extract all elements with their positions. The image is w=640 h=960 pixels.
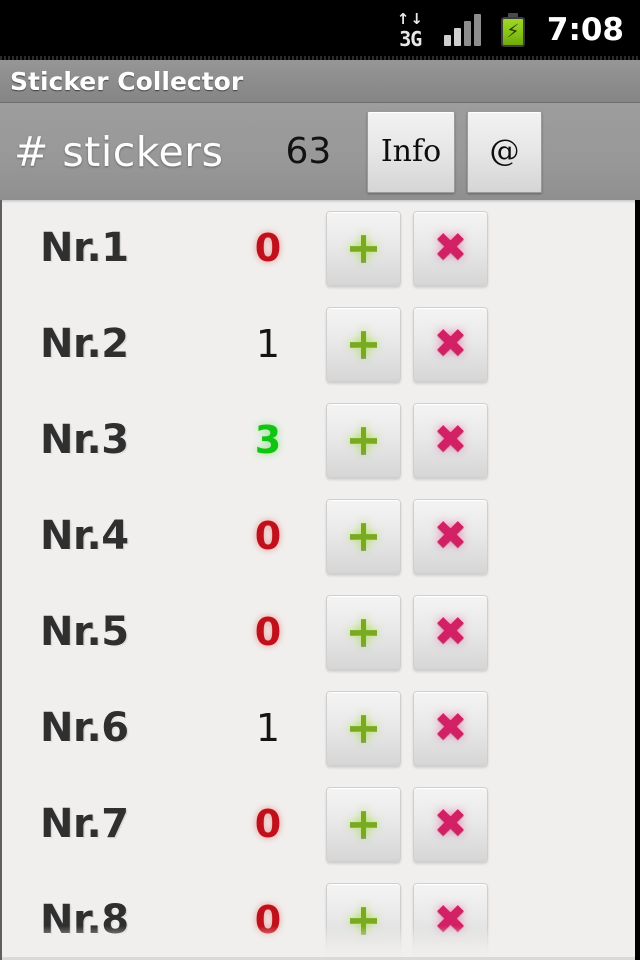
- add-sticker-button[interactable]: +: [326, 498, 401, 574]
- row-actions: + ✖: [326, 882, 488, 958]
- header-button-group: Info @: [367, 110, 640, 193]
- network-status: ↑↓ 3G: [396, 9, 424, 51]
- battery-icon: ⚡: [500, 13, 525, 47]
- sticker-count: 1: [255, 322, 281, 366]
- cross-icon: ✖: [433, 801, 468, 847]
- sticker-list-inner: Nr.1 0 + ✖ Nr.2 1 + ✖ Nr.3 3 + ✖ Nr.4 0 + ✖ Nr.5 0 + ✖ Nr.6 1…: [2, 200, 635, 960]
- stickers-header-label: # stickers: [14, 127, 224, 176]
- battery-body: ⚡: [500, 17, 525, 47]
- 3g-icon: ↑↓ 3G: [396, 9, 424, 51]
- table-row[interactable]: Nr.6 1 + ✖: [2, 680, 635, 776]
- row-actions: + ✖: [326, 594, 488, 670]
- sticker-label: Nr.8: [40, 897, 129, 943]
- total-stickers-count: 63: [285, 131, 332, 172]
- cross-icon: ✖: [433, 705, 468, 751]
- data-transfer-arrows-icon: ↑↓: [396, 9, 424, 28]
- signal-strength-icon: [443, 14, 481, 46]
- table-row[interactable]: Nr.1 0 + ✖: [2, 200, 635, 296]
- plus-icon: +: [345, 798, 382, 849]
- cross-icon: ✖: [433, 609, 468, 655]
- remove-sticker-button[interactable]: ✖: [413, 594, 488, 670]
- plus-icon: +: [345, 894, 382, 945]
- app-title: Sticker Collector: [10, 66, 244, 96]
- sticker-count: 3: [254, 418, 282, 462]
- remove-sticker-button[interactable]: ✖: [413, 498, 488, 574]
- row-actions: + ✖: [326, 306, 488, 382]
- plus-icon: +: [345, 318, 382, 369]
- battery-charging-icon: ⚡: [500, 13, 525, 47]
- sticker-label: Nr.6: [40, 705, 129, 751]
- add-sticker-button[interactable]: +: [326, 210, 401, 286]
- sticker-count: 0: [254, 226, 282, 270]
- signal-bar-3: [463, 21, 471, 46]
- email-button[interactable]: @: [467, 110, 542, 193]
- title-bar: Sticker Collector: [0, 60, 640, 103]
- remove-sticker-button[interactable]: ✖: [413, 786, 488, 862]
- sticker-count: 1: [255, 706, 281, 750]
- signal-bar-2: [453, 28, 461, 46]
- remove-sticker-button[interactable]: ✖: [413, 690, 488, 766]
- add-sticker-button[interactable]: +: [326, 690, 401, 766]
- row-actions: + ✖: [326, 498, 488, 574]
- remove-sticker-button[interactable]: ✖: [413, 402, 488, 478]
- row-actions: + ✖: [326, 210, 488, 286]
- cross-icon: ✖: [433, 897, 468, 943]
- row-actions: + ✖: [326, 690, 488, 766]
- plus-icon: +: [345, 510, 382, 561]
- sticker-label: Nr.2: [40, 321, 129, 367]
- table-row[interactable]: Nr.7 0 + ✖: [2, 776, 635, 872]
- table-row[interactable]: Nr.2 1 + ✖: [2, 296, 635, 392]
- info-button[interactable]: Info: [367, 110, 455, 193]
- remove-sticker-button[interactable]: ✖: [413, 210, 488, 286]
- header-bar: # stickers 63 Info @: [0, 103, 640, 200]
- sticker-label: Nr.3: [40, 417, 129, 463]
- sticker-label: Nr.7: [40, 801, 129, 847]
- sticker-count: 0: [254, 898, 282, 942]
- add-sticker-button[interactable]: +: [326, 402, 401, 478]
- remove-sticker-button[interactable]: ✖: [413, 306, 488, 382]
- plus-icon: +: [345, 606, 382, 657]
- add-sticker-button[interactable]: +: [326, 786, 401, 862]
- cross-icon: ✖: [433, 513, 468, 559]
- status-bar: ↑↓ 3G ⚡ 7:08: [0, 0, 640, 60]
- sticker-list[interactable]: Nr.1 0 + ✖ Nr.2 1 + ✖ Nr.3 3 + ✖ Nr.4 0 + ✖ Nr.5 0 + ✖ Nr.6 1…: [0, 200, 640, 960]
- add-sticker-button[interactable]: +: [326, 594, 401, 670]
- table-row[interactable]: Nr.4 0 + ✖: [2, 488, 635, 584]
- add-sticker-button[interactable]: +: [326, 882, 401, 958]
- sticker-label: Nr.5: [40, 609, 129, 655]
- cross-icon: ✖: [433, 417, 468, 463]
- remove-sticker-button[interactable]: ✖: [413, 882, 488, 958]
- add-sticker-button[interactable]: +: [326, 306, 401, 382]
- sticker-count: 0: [254, 610, 282, 654]
- sticker-label: Nr.1: [40, 225, 129, 271]
- table-row[interactable]: Nr.5 0 + ✖: [2, 584, 635, 680]
- cross-icon: ✖: [433, 225, 468, 271]
- sticker-label: Nr.4: [40, 513, 129, 559]
- signal-bar-4: [473, 14, 481, 46]
- status-bar-clock: 7:08: [546, 12, 624, 48]
- plus-icon: +: [345, 414, 382, 465]
- lightning-bolt-icon: ⚡: [506, 20, 520, 43]
- plus-icon: +: [345, 702, 382, 753]
- cross-icon: ✖: [433, 321, 468, 367]
- sticker-count: 0: [254, 514, 282, 558]
- row-actions: + ✖: [326, 402, 488, 478]
- signal-bars: [443, 14, 481, 46]
- network-type-label: 3G: [399, 26, 422, 51]
- table-row[interactable]: Nr.8 0 + ✖: [2, 872, 635, 960]
- sticker-count: 0: [254, 802, 282, 846]
- plus-icon: +: [345, 222, 382, 273]
- row-actions: + ✖: [326, 786, 488, 862]
- table-row[interactable]: Nr.3 3 + ✖: [2, 392, 635, 488]
- signal-bar-1: [443, 35, 451, 46]
